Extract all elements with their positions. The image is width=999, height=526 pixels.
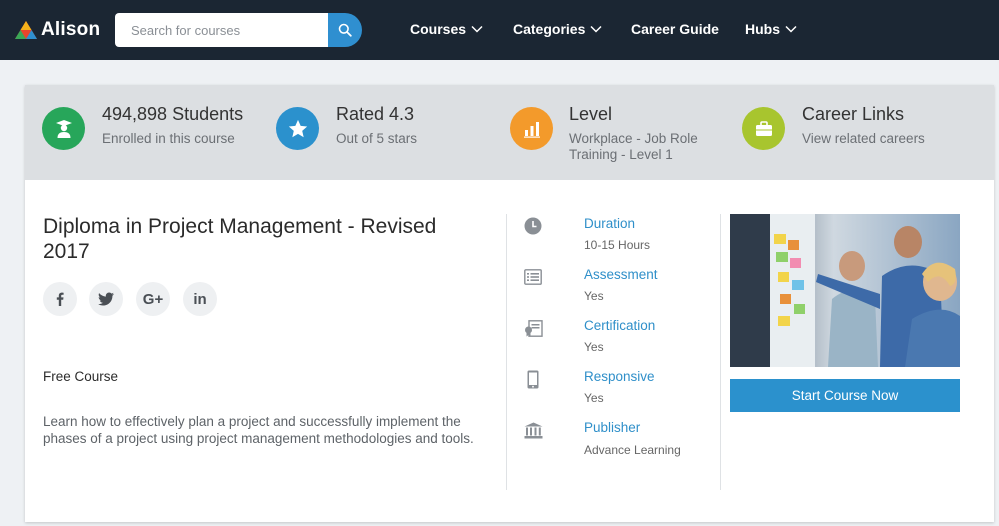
list-icon [523,267,543,287]
graduate-icon [42,107,85,150]
stat-rating-title: Rated 4.3 [336,104,415,124]
nav-career-guide-label: Career Guide [631,21,719,37]
nav-categories-label: Categories [513,21,586,37]
certificate-icon [523,318,543,338]
detail-assessment-label: Assessment [584,267,658,282]
divider [720,214,721,490]
nav-hubs-label: Hubs [745,21,780,37]
stat-career-links-subtitle: View related careers [802,131,925,146]
search-bar [115,13,362,47]
detail-publisher-label: Publisher [584,420,641,435]
course-image [730,214,960,367]
chevron-down-icon [785,25,797,33]
stat-career-links-title: Career Links [802,104,905,124]
search-icon [338,23,352,37]
divider [506,214,507,490]
alison-logo-icon [15,21,37,39]
linkedin-glyph: in [193,290,207,308]
stat-rating-subtitle: Out of 5 stars [336,131,418,146]
nav-courses[interactable]: Courses [410,21,483,37]
detail-certification-label: Certification [584,318,656,333]
detail-duration-label: Duration [584,216,636,231]
bar-chart-icon [510,107,553,150]
detail-responsive-value: Yes [584,391,604,405]
briefcase-icon [742,107,785,150]
facebook-icon[interactable] [43,282,77,316]
institution-icon [523,420,543,440]
detail-responsive-label: Responsive [584,369,655,384]
price-label: Free Course [43,369,119,384]
detail-certification-value: Yes [584,340,604,354]
stat-students-title: 494,898 Students [102,104,244,124]
twitter-icon[interactable] [89,282,123,316]
logo-text: Alison [41,19,101,40]
course-title: Diploma in Project Management - Revised … [43,215,437,263]
google-plus-icon[interactable]: G+ [136,282,170,316]
stat-level-subtitle: Workplace - Job Role Training - Level 1 [569,131,698,163]
detail-duration-value: 10-15 Hours [584,238,651,252]
nav-categories[interactable]: Categories [513,21,602,37]
stat-level-subtitle-line-1: Workplace - Job Role [569,131,698,146]
nav-hubs[interactable]: Hubs [745,21,797,37]
stat-level-title: Level [569,104,613,124]
clock-icon [523,216,543,236]
course-stats-bar: 494,898 Students Enrolled in this course… [25,85,994,180]
stat-level-subtitle-line-2: Training - Level 1 [569,147,673,162]
course-description: Learn how to effectively plan a project … [43,414,474,446]
stat-students-subtitle: Enrolled in this course [102,131,235,146]
start-course-button[interactable]: Start Course Now [730,379,960,412]
chevron-down-icon [471,25,483,33]
search-input[interactable] [115,13,328,47]
top-navigation-bar: Alison Courses Categories Career Guide H… [0,0,999,60]
mobile-icon [523,369,543,389]
search-button[interactable] [328,13,362,47]
linkedin-icon[interactable]: in [183,282,217,316]
star-icon [276,107,319,150]
nav-courses-label: Courses [410,21,467,37]
google-plus-glyph: G+ [142,290,164,308]
alison-logo[interactable]: Alison [14,19,100,41]
detail-publisher-value: Advance Learning [584,443,681,457]
chevron-down-icon [590,25,602,33]
detail-assessment-value: Yes [584,289,604,303]
nav-career-guide[interactable]: Career Guide [631,21,719,37]
